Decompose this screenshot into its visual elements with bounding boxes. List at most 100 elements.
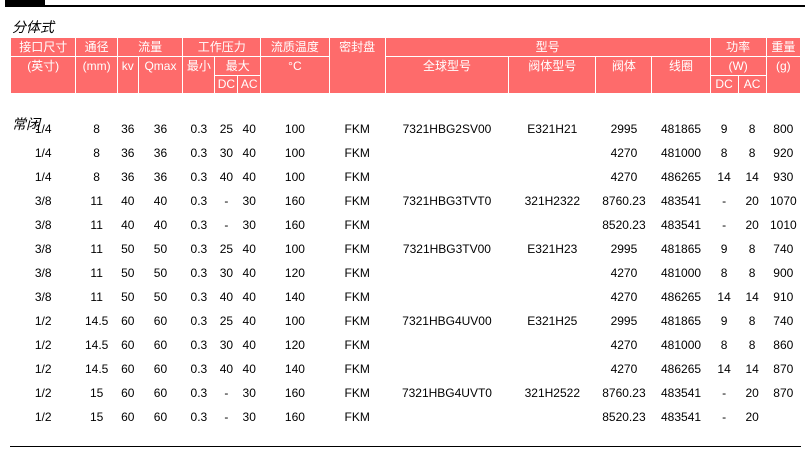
cell-qmax: 60 (153, 338, 168, 352)
cell-bore: 11 (90, 194, 103, 208)
table-row: 3/8 11 50 50 0.3 25 40 100 FKM 7321HBG3TV00 E321H2… (11, 237, 801, 261)
cell-power-dc: 14 (717, 362, 731, 376)
cell-pressure-dc: 40 (219, 290, 234, 304)
cell-qmax: 36 (153, 146, 168, 160)
header-pressure-max: 最大 (214, 56, 262, 76)
cell-kv: 36 (121, 170, 135, 184)
cell-kv: 60 (121, 314, 135, 328)
table-row: 1/2 15 60 60 0.3-30 160 FKM 8520.23 483541-20 (11, 405, 801, 429)
cell-power-ac: 8 (748, 314, 756, 328)
cell-pressure-min: 0.3 (190, 386, 208, 400)
cell-power-dc: - (722, 410, 727, 424)
cell-valve-body-model: E321H25 (527, 314, 578, 328)
table-row: 1/4 8 36 36 0.3 30 40 100 FKM 4270 481000 8 8 920 (11, 141, 801, 165)
cell-coil: 483541 (661, 410, 702, 424)
cell-pressure-ac: 40 (242, 266, 256, 280)
cell-bore: 14.5 (84, 314, 109, 328)
cell-qmax: 50 (153, 290, 168, 304)
cell-pressure-dc: - (224, 218, 229, 232)
cell-qmax: 50 (153, 266, 168, 280)
cell-valve-body: 8760.23 (602, 194, 646, 208)
cell-coil: 483541 (661, 386, 702, 400)
cell-global-model: 7321HBG2SV00 (402, 122, 492, 136)
cell-pressure-min: 0.3 (190, 242, 208, 256)
header-bore: 通径 (75, 37, 118, 57)
cell-pressure-ac: 40 (242, 170, 256, 184)
cell-kv: 40 (121, 194, 135, 208)
cell-power-dc: 14 (717, 290, 731, 304)
header-seal: 密封盘 (328, 37, 386, 94)
table-row: 3/8 11 50 50 0.3 40 40 140 FKM 4270 486265 14 14 910 (11, 285, 801, 309)
cell-qmax: 60 (153, 314, 168, 328)
cell-port-size: 1/4 (34, 170, 52, 184)
header-fluid-temp: 流质温度 (260, 37, 330, 57)
cell-global-model (385, 165, 509, 189)
cell-valve-body-model: E321H23 (527, 242, 578, 256)
header-valve-body-model: 阀体型号 (508, 56, 597, 94)
cell-qmax: 36 (153, 170, 168, 184)
cell-coil: 481865 (661, 242, 702, 256)
table-row: 3/8 11 40 40 0.3-30 160 FKM 8520.23 483541-20 101… (11, 213, 801, 237)
table-row: 1/2 14.5 60 60 0.3 40 40 140 FKM 4270 486265 14 14 87… (11, 357, 801, 381)
cell-pressure-dc: 25 (219, 314, 234, 328)
cell-valve-body: 2995 (610, 242, 638, 256)
cell-qmax: 50 (153, 242, 168, 256)
cell-port-size: 1/2 (34, 386, 52, 400)
cell-valve-body-model (509, 165, 596, 189)
cell-weight: 870 (773, 362, 794, 376)
cell-weight: 800 (773, 122, 794, 136)
cell-pressure-min: 0.3 (190, 410, 208, 424)
cell-bore: 8 (93, 146, 100, 160)
cell-kv: 60 (121, 338, 135, 352)
cell-pressure-dc: 25 (219, 242, 234, 256)
cell-valve-body-model: 321H2322 (524, 194, 580, 208)
cell-port-size: 1/4 (34, 146, 52, 160)
cell-global-model (385, 213, 509, 237)
subsection-spacer (11, 94, 801, 118)
cell-fluid-temp: 100 (284, 242, 305, 256)
cell-power-dc: - (722, 386, 727, 400)
cell-valve-body: 4270 (610, 290, 638, 304)
cell-power-ac: 8 (748, 338, 756, 352)
cell-kv: 36 (121, 122, 135, 136)
cell-power-dc: - (722, 218, 727, 232)
cell-fluid-temp: 100 (284, 122, 305, 136)
header-pressure-dc: DC (214, 75, 239, 94)
header-weight: 重量 (765, 37, 802, 57)
header-unit-gram: (g) (765, 56, 802, 94)
header-port-size: 接口尺寸 (9, 37, 77, 57)
top-rule (0, 0, 811, 8)
cell-valve-body-model (509, 285, 596, 309)
cell-seal: FKM (344, 170, 370, 184)
cell-port-size: 1/2 (34, 410, 52, 424)
cell-valve-body-model (509, 333, 596, 357)
cell-valve-body-model (509, 357, 596, 381)
cell-coil: 481865 (661, 314, 702, 328)
cell-seal: FKM (344, 266, 370, 280)
cell-pressure-ac: 30 (242, 386, 256, 400)
cell-kv: 36 (121, 146, 135, 160)
cell-power-ac: 20 (745, 386, 759, 400)
table-row: 1/4 8 36 36 0.3 40 40 100 FKM 4270 486265 14 14 930 (11, 165, 801, 189)
cell-fluid-temp: 160 (284, 410, 305, 424)
cell-pressure-min: 0.3 (190, 266, 208, 280)
cell-coil: 481000 (661, 146, 702, 160)
cell-qmax: 40 (153, 194, 168, 208)
cell-bore: 11 (90, 242, 103, 256)
header-unit-watt: (W) (709, 56, 767, 76)
cell-valve-body: 8520.23 (602, 218, 646, 232)
cell-power-ac: 14 (745, 170, 759, 184)
cell-pressure-dc: - (224, 410, 229, 424)
cell-pressure-min: 0.3 (190, 218, 208, 232)
cell-weight: 860 (773, 338, 794, 352)
table-row: 1/2 14.5 60 60 0.3 25 40 100 FKM 7321HBG4UV00 E321… (11, 309, 801, 333)
cell-valve-body: 4270 (610, 362, 638, 376)
cell-valve-body: 2995 (610, 122, 638, 136)
cell-bore: 15 (89, 410, 104, 424)
header-valve-body: 阀体 (595, 56, 653, 94)
section-title: 分体式 (12, 20, 54, 36)
cell-power-dc: 9 (720, 314, 728, 328)
table-row: 1/4 8 36 36 0.3 25 40 100 FKM 7321HBG2SV00 E321H21… (11, 117, 801, 141)
header-flow: 流量 (116, 37, 184, 57)
cell-valve-body-model (509, 405, 596, 429)
